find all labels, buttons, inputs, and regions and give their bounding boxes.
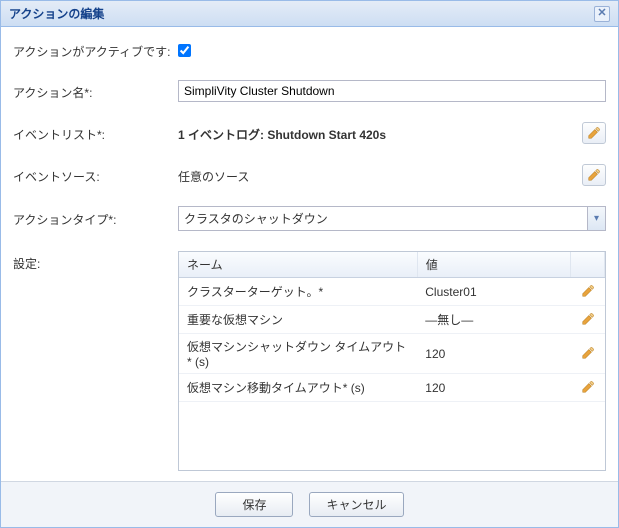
setting-value: ―無し― (417, 306, 570, 334)
actiontype-label: アクションタイプ*: (13, 209, 178, 228)
edit-eventsource-button[interactable] (582, 164, 606, 186)
dialog-title: アクションの編集 (9, 5, 594, 22)
table-row[interactable]: 仮想マシン移動タイムアウト* (s) 120 (179, 374, 605, 402)
eventlist-value: 1 イベントログ: Shutdown Start 420s (178, 124, 386, 143)
grid-header-value: 値 (417, 252, 570, 278)
table-row[interactable]: 仮想マシンシャットダウン タイムアウト* (s) 120 (179, 334, 605, 374)
eventlist-label: イベントリスト*: (13, 124, 178, 143)
edit-row-button[interactable] (579, 310, 597, 328)
pencil-icon (581, 380, 595, 394)
cancel-button[interactable]: キャンセル (309, 492, 403, 517)
pencil-icon (581, 312, 595, 326)
pencil-icon (581, 284, 595, 298)
setting-name: 重要な仮想マシン (179, 306, 417, 334)
action-name-label: アクション名*: (13, 82, 178, 101)
dialog-footer: 保存 キャンセル (1, 481, 618, 527)
actiontype-value: クラスタのシャットダウン (179, 207, 587, 230)
pencil-icon (587, 126, 601, 140)
save-button[interactable]: 保存 (215, 492, 293, 517)
setting-value: Cluster01 (417, 278, 570, 306)
close-icon[interactable]: ✕ (594, 6, 610, 22)
active-label: アクションがアクティブです: (13, 41, 178, 60)
eventsource-value: 任意のソース (178, 166, 249, 185)
actiontype-select[interactable]: クラスタのシャットダウン ▾ (178, 206, 606, 231)
titlebar: アクションの編集 ✕ (1, 1, 618, 27)
edit-row-button[interactable] (579, 344, 597, 362)
pencil-icon (581, 346, 595, 360)
dialog-body: アクションがアクティブです: アクション名*: イベントリスト*: 1 イベント… (1, 27, 618, 481)
active-checkbox[interactable] (178, 44, 191, 57)
edit-eventlist-button[interactable] (582, 122, 606, 144)
edit-action-dialog: アクションの編集 ✕ アクションがアクティブです: アクション名*: イベントリ… (0, 0, 619, 528)
setting-name: クラスターターゲット。* (179, 278, 417, 306)
chevron-down-icon[interactable]: ▾ (587, 207, 605, 230)
grid-header-edit (571, 252, 605, 278)
edit-row-button[interactable] (579, 282, 597, 300)
action-name-input[interactable] (178, 80, 606, 102)
setting-name: 仮想マシン移動タイムアウト* (s) (179, 374, 417, 402)
setting-value: 120 (417, 334, 570, 374)
eventsource-label: イベントソース: (13, 166, 178, 185)
settings-grid: ネーム 値 クラスターターゲット。* Cluster01 重要な仮想マシン (178, 251, 606, 471)
pencil-icon (587, 168, 601, 182)
table-row[interactable]: クラスターターゲット。* Cluster01 (179, 278, 605, 306)
edit-row-button[interactable] (579, 378, 597, 396)
table-row[interactable]: 重要な仮想マシン ―無し― (179, 306, 605, 334)
setting-value: 120 (417, 374, 570, 402)
settings-label: 設定: (13, 251, 178, 272)
grid-header-name: ネーム (179, 252, 417, 278)
setting-name: 仮想マシンシャットダウン タイムアウト* (s) (179, 334, 417, 374)
